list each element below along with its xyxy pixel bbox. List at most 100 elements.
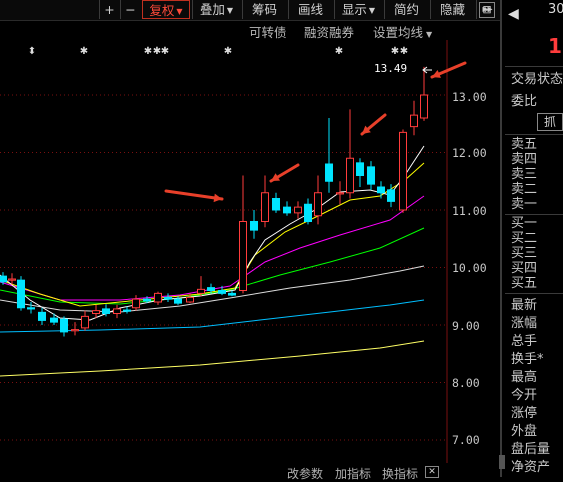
buy2-label: 买二 — [511, 231, 538, 246]
candle-body — [102, 308, 110, 314]
candle-body — [420, 94, 428, 119]
kline-chart[interactable]: ⬍ ✱ ✱ ✱ ✱ ✱ ✱ ✱ ✱ — [0, 40, 497, 463]
collapse-icon[interactable]: ⊠ — [479, 2, 495, 18]
event-marker-icon: ✱ — [335, 46, 343, 57]
chevron-down-icon: ▼ — [426, 30, 433, 39]
candle-body — [186, 296, 194, 303]
chevron-down-icon: ▼ — [368, 6, 376, 15]
close-indicator-icon[interactable]: ✕ — [425, 466, 439, 478]
sell4-label: 卖四 — [511, 152, 538, 167]
chevron-down-icon: ▼ — [176, 7, 183, 16]
candle-body — [399, 131, 407, 211]
fuquan-button[interactable]: 复权 ▼ — [142, 0, 190, 19]
ma30-line — [0, 227, 425, 305]
candle-body — [60, 318, 68, 333]
event-markers: ⬍ ✱ ✱ ✱ ✱ ✱ ✱ ✱ ✱ — [28, 46, 408, 57]
candle-body — [228, 292, 236, 296]
event-marker-icon: ✱ — [144, 46, 152, 57]
axis-tick: 11.00 — [452, 204, 487, 218]
buy1-label: 买一 — [511, 216, 538, 231]
divider — [505, 293, 563, 294]
xianshi-label: 显示 — [341, 2, 367, 17]
diejia-label: 叠加 — [199, 2, 225, 17]
collapse-left-icon[interactable]: ◀ — [508, 6, 519, 22]
axis-tick: 8.00 — [452, 376, 480, 390]
candle-body — [283, 206, 291, 214]
candle-body — [207, 287, 215, 291]
candle-body — [250, 221, 258, 231]
high-label: 最高 — [511, 370, 538, 385]
candle-body — [336, 192, 344, 195]
buy5-label: 买五 — [511, 276, 538, 291]
rongzi-link[interactable]: 融资融券 — [304, 22, 354, 41]
jianyue-button[interactable]: 简约 — [384, 0, 428, 19]
sell5-label: 卖五 — [511, 137, 538, 152]
chouma-label: 筹码 — [251, 2, 277, 17]
candle-body — [50, 317, 58, 323]
candle-body — [113, 308, 121, 314]
kezhuanzhai-link[interactable]: 可转债 — [249, 22, 287, 41]
candle-body — [154, 292, 162, 303]
axis-tick: 10.00 — [452, 261, 487, 275]
divider — [505, 134, 563, 135]
event-marker-icon: ✱ — [400, 46, 408, 57]
trade-status-label: 交易状态 — [511, 72, 563, 87]
annotation-arrows — [164, 61, 467, 203]
fuquan-label: 复权 — [149, 3, 175, 18]
sell3-label: 卖三 — [511, 167, 538, 182]
diejia-button[interactable]: 叠加 ▼ — [192, 0, 240, 19]
candle-body — [0, 275, 7, 283]
weibi-label: 委比 — [511, 94, 538, 109]
candle-body — [261, 192, 269, 222]
event-marker-icon: ⬍ — [28, 46, 36, 57]
jianyue-label: 简约 — [393, 2, 419, 17]
xianshi-button[interactable]: 显示 ▼ — [334, 0, 382, 19]
change-label: 涨幅 — [511, 316, 538, 331]
add-indicator-button[interactable]: 加指标 — [335, 465, 371, 482]
candle-body — [367, 166, 375, 185]
ma20-line — [0, 195, 425, 301]
candle-body — [218, 290, 226, 294]
candle-body — [174, 298, 182, 304]
candle-body — [164, 296, 172, 300]
stock-code: 30 — [548, 2, 563, 17]
event-marker-icon: ✱ — [391, 46, 399, 57]
candle-body — [325, 163, 333, 182]
volume-label: 总手 — [511, 334, 538, 349]
huaxian-button[interactable]: 画线 — [288, 0, 332, 19]
annotation-arrow-icon — [164, 189, 224, 201]
change-params-button[interactable]: 改参数 — [287, 465, 323, 482]
junxian-link[interactable]: 设置均线 ▼ — [373, 22, 432, 41]
buy3-label: 买三 — [511, 246, 538, 261]
sell2-label: 卖二 — [511, 182, 538, 197]
chevron-down-icon: ▼ — [226, 6, 234, 15]
candle-body — [132, 298, 140, 309]
switch-indicator-button[interactable]: 换指标 — [382, 465, 418, 482]
divider — [505, 214, 563, 215]
limit-up-label: 涨停 — [511, 406, 538, 421]
candle-body — [239, 221, 247, 291]
candle-body — [123, 309, 131, 312]
candle-body — [143, 298, 151, 302]
toolbar: + − 复权 ▼ 叠加 ▼ 筹码 画线 显示 ▼ 简约 隐藏 ▸▸ — [0, 0, 500, 21]
yincang-button[interactable]: 隐藏 — [430, 0, 474, 19]
scroll-handle[interactable] — [499, 455, 505, 469]
zoom-in-button[interactable]: + — [99, 0, 119, 19]
after-hours-label: 盘后量 — [511, 442, 551, 457]
zoom-out-button[interactable]: − — [120, 0, 140, 19]
turnover-label: 换手* — [511, 352, 544, 367]
candle-body — [272, 198, 280, 211]
candle-body — [38, 311, 46, 321]
axis-tick: 7.00 — [452, 433, 480, 447]
minus-icon: − — [125, 2, 136, 17]
candle-body — [304, 203, 312, 222]
sell1-label: 卖一 — [511, 197, 538, 212]
chouma-button[interactable]: 筹码 — [242, 0, 286, 19]
stock-price: 1 — [548, 34, 562, 58]
candle-body — [27, 307, 35, 310]
axis-tick: 12.00 — [452, 146, 487, 160]
open-label: 今开 — [511, 388, 538, 403]
grab-button[interactable]: 抓 — [537, 113, 563, 131]
candle-body — [346, 157, 354, 194]
divider — [505, 66, 563, 67]
